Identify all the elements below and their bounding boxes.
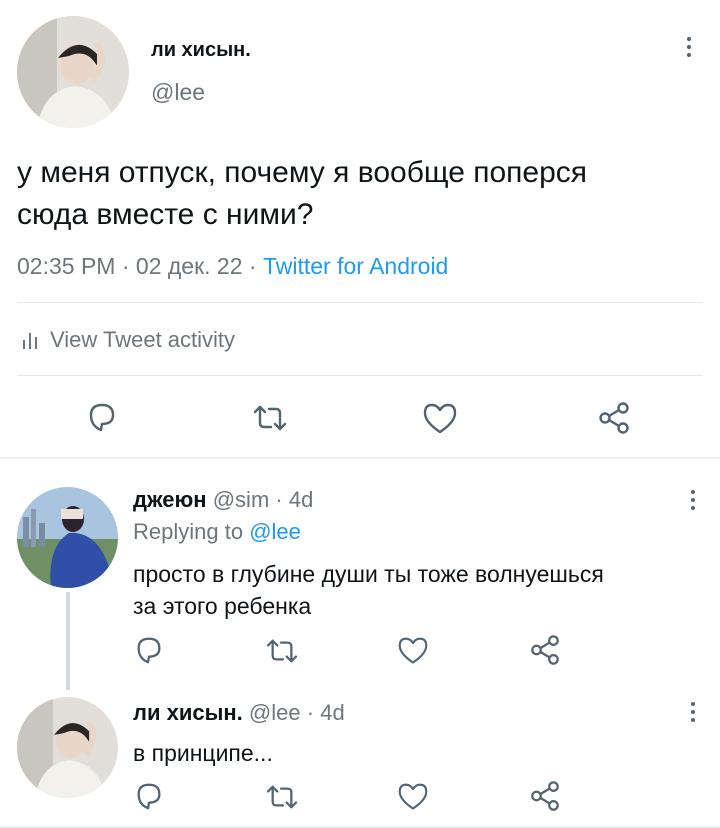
reply-author-name[interactable]: ли хисын.: [133, 700, 243, 725]
reply-text: в принципе...: [133, 737, 273, 769]
meta-separator: ·: [275, 487, 283, 512]
tweet-text: у меня отпуск, почему я вообще поперся с…: [17, 152, 707, 236]
view-tweet-activity-button[interactable]: View Tweet activity: [22, 327, 235, 353]
replying-to: Replying to @lee: [133, 519, 301, 545]
retweet-icon[interactable]: [264, 637, 300, 665]
reply-age: 4d: [320, 700, 345, 725]
tweet-text-line-1: у меня отпуск, почему я вообще поперся: [17, 156, 588, 189]
reply-text: просто в глубине души ты тоже волнуешься…: [133, 558, 604, 622]
share-icon[interactable]: [597, 401, 631, 435]
reply-author-avatar[interactable]: [17, 487, 118, 588]
reply-age: 4d: [288, 487, 314, 512]
author-avatar[interactable]: [17, 16, 129, 128]
reply-header: джеюн @sim · 4d: [133, 487, 313, 513]
divider: [17, 375, 703, 376]
more-vertical-icon[interactable]: [690, 702, 696, 726]
reply-author-handle[interactable]: @sim: [213, 487, 270, 512]
share-icon[interactable]: [529, 634, 561, 666]
tweet-time: 02:35 PM: [17, 253, 116, 279]
like-icon[interactable]: [396, 636, 430, 666]
divider: [0, 457, 720, 459]
reply-thread-line: [66, 592, 70, 690]
author-handle[interactable]: @lee: [151, 79, 205, 106]
reply-author-handle[interactable]: @lee: [249, 700, 301, 725]
more-vertical-icon[interactable]: [686, 37, 692, 61]
reply-header: ли хисын. @lee · 4d: [133, 700, 345, 726]
more-vertical-icon[interactable]: [690, 490, 696, 514]
divider: [17, 302, 703, 303]
reply-text-line-1: в принципе...: [133, 740, 273, 766]
reply-icon[interactable]: [133, 634, 165, 666]
retweet-icon[interactable]: [264, 783, 300, 811]
reply-icon[interactable]: [133, 780, 165, 812]
reply-text-line-1: просто в глубине души ты тоже волнуешься: [133, 561, 604, 587]
tweet-text-line-2: сюда вместе с ними?: [17, 198, 314, 231]
replying-to-handle-link[interactable]: @lee: [249, 519, 301, 544]
like-icon[interactable]: [421, 402, 459, 436]
tweet-date: 02 дек. 22: [135, 253, 243, 279]
replying-to-label: Replying to: [133, 519, 244, 544]
reply-icon[interactable]: [85, 400, 119, 434]
tweet-source-link[interactable]: Twitter for Android: [263, 253, 448, 279]
share-icon[interactable]: [529, 780, 561, 812]
reply-text-line-2: за этого ребенка: [133, 593, 312, 619]
author-name[interactable]: ли хисын.: [151, 39, 251, 62]
retweet-icon[interactable]: [251, 403, 289, 433]
meta-separator: ·: [248, 253, 257, 279]
view-tweet-activity-label: View Tweet activity: [50, 327, 236, 352]
meta-separator: ·: [306, 700, 315, 725]
tweet-meta: 02:35 PM · 02 дек. 22 · Twitter for Andr…: [17, 253, 448, 280]
like-icon[interactable]: [396, 782, 430, 812]
reply-author-avatar[interactable]: [17, 697, 118, 798]
reply-author-name[interactable]: джеюн: [133, 487, 207, 512]
meta-separator: ·: [121, 253, 130, 279]
bar-chart-icon: [22, 330, 38, 350]
